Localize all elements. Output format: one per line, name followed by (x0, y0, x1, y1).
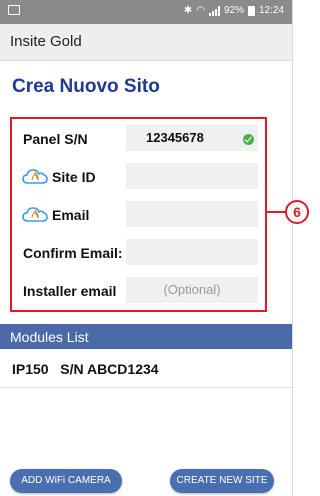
page-title: Crea Nuovo Sito (12, 76, 160, 97)
callout-line (267, 211, 285, 213)
battery-percent: 92% (223, 5, 244, 16)
confirm-email-row: Confirm Email: (12, 235, 265, 271)
battery-icon (247, 6, 255, 16)
signal-icon (208, 6, 220, 16)
image-icon (8, 5, 20, 15)
status-icons: ✱ ◠ 92% 12:24 (184, 5, 284, 17)
swan-cloud-icon (22, 207, 48, 222)
clock: 12:24 (258, 5, 284, 16)
site-id-label: Site ID (52, 169, 96, 185)
email-input[interactable] (126, 201, 258, 227)
panel-sn-field[interactable]: 12345678 (126, 125, 258, 151)
bluetooth-icon: ✱ (183, 5, 193, 16)
site-form: Panel S/N 12345678 Site ID Email Confirm (10, 117, 267, 312)
swan-cloud-icon (22, 169, 48, 184)
add-wifi-camera-button[interactable]: ADD WiFi CAMERA (10, 469, 122, 493)
panel-sn-value: 12345678 (146, 130, 204, 145)
module-text: IP150 S/N ABCD1234 (12, 361, 159, 377)
installer-email-row: Installer email (Optional) (12, 273, 265, 309)
email-row: Email (12, 197, 265, 233)
check-icon (243, 134, 254, 145)
modules-list-title: Modules List (10, 329, 89, 345)
confirm-email-input[interactable] (126, 239, 258, 265)
installer-email-label: Installer email (23, 283, 117, 299)
installer-email-input[interactable]: (Optional) (126, 277, 258, 303)
modules-list-header: Modules List (0, 324, 292, 349)
panel-sn-label: Panel S/N (23, 131, 88, 147)
panel-sn-row: Panel S/N 12345678 (12, 121, 265, 157)
status-bar: ✱ ◠ 92% 12:24 (0, 0, 292, 24)
create-new-site-button[interactable]: CREATE NEW SITE (170, 469, 274, 493)
wifi-icon: ◠ (196, 5, 205, 16)
site-id-row: Site ID (12, 159, 265, 195)
phone-screen: ✱ ◠ 92% 12:24 Insite Gold Crea Nuovo Sit… (0, 0, 293, 496)
email-label: Email (52, 207, 90, 223)
callout-badge: 6 (285, 200, 309, 224)
confirm-email-label: Confirm Email: (23, 245, 123, 261)
app-title: Insite Gold (10, 33, 82, 50)
list-item[interactable]: IP150 S/N ABCD1234 (0, 349, 292, 388)
app-bar: Insite Gold (0, 24, 292, 61)
site-id-input[interactable] (126, 163, 258, 189)
